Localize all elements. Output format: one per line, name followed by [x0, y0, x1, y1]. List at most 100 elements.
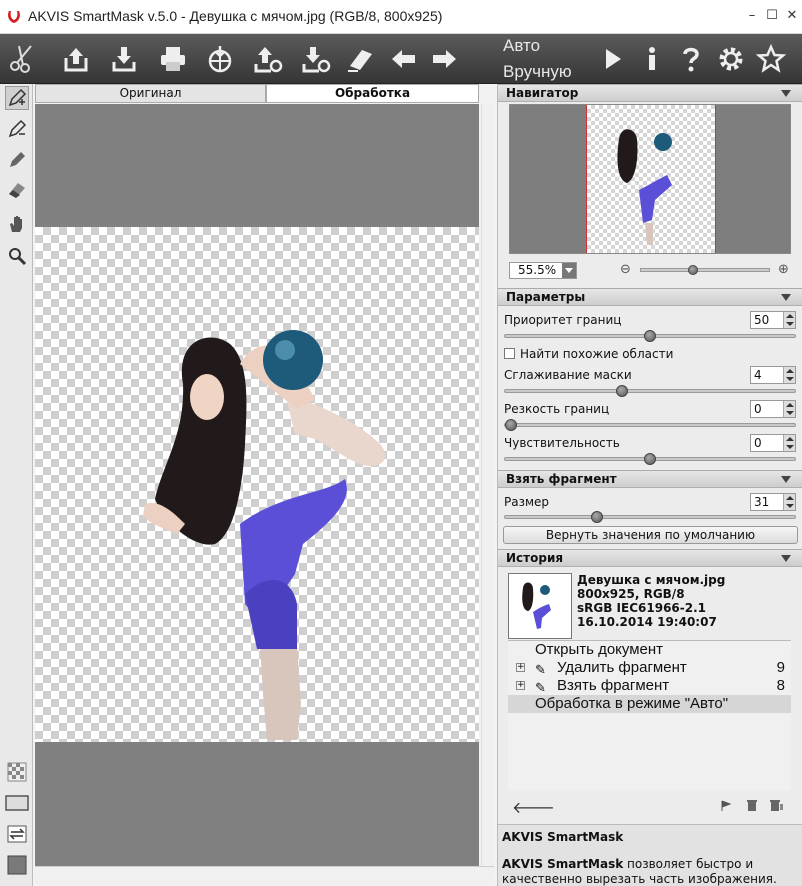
collapse-history-icon[interactable] — [781, 555, 791, 562]
eraser-tool-icon[interactable] — [5, 178, 29, 202]
title-bar: AKVIS SmartMask v.5.0 - Девушка с мячом.… — [0, 0, 802, 34]
history-item-open[interactable]: Открыть документ — [508, 641, 791, 659]
maximize-button[interactable]: ☐ — [764, 8, 780, 24]
edge-sharpness-input[interactable]: 0 — [750, 400, 796, 418]
mode-auto-label[interactable]: Авто — [503, 36, 540, 56]
fragment-size-slider[interactable] — [504, 511, 796, 523]
sensitivity-handle[interactable] — [644, 453, 656, 465]
history-delete-icon[interactable] — [746, 799, 758, 812]
fragment-size-input[interactable]: 31 — [750, 493, 796, 511]
info-title: AKVIS SmartMask — [502, 830, 624, 844]
redo-icon[interactable] — [428, 42, 460, 76]
import-icon[interactable] — [252, 42, 284, 76]
remove-pencil-icon[interactable] — [5, 117, 29, 141]
zoom-slider[interactable] — [640, 265, 770, 275]
sensitivity-input[interactable]: 0 — [750, 434, 796, 452]
export-icon[interactable] — [300, 42, 332, 76]
tab-processing[interactable]: Обработка — [266, 84, 479, 103]
navigator-preview[interactable] — [509, 104, 791, 254]
frame-icon[interactable] — [3, 791, 31, 815]
navigator-thumbnail — [617, 129, 672, 245]
marker-icon[interactable] — [5, 148, 29, 172]
sensitivity-label: Чувствительность — [504, 436, 620, 450]
eraser-icon[interactable] — [345, 42, 377, 76]
zoom-slider-handle[interactable] — [688, 265, 699, 275]
favorite-icon[interactable] — [755, 42, 787, 76]
horizontal-scrollbar[interactable] — [35, 866, 494, 884]
open-icon[interactable] — [60, 42, 92, 76]
history-profile: sRGB IEC61966-2.1 — [577, 601, 707, 615]
history-back-icon[interactable]: 🡐 — [512, 797, 555, 817]
edge-sharpness-handle[interactable] — [505, 419, 517, 431]
fragment-size-label: Размер — [504, 495, 550, 509]
swap-icon[interactable] — [5, 822, 29, 846]
checker-icon[interactable] — [5, 760, 29, 784]
navigator-viewport — [586, 105, 716, 253]
edge-sharpness-slider[interactable] — [504, 419, 796, 431]
collapse-params-icon[interactable] — [781, 294, 791, 301]
history-datetime: 16.10.2014 19:40:07 — [577, 615, 717, 629]
edge-priority-handle[interactable] — [644, 330, 656, 342]
mask-smoothing-input[interactable]: 4 — [750, 366, 796, 384]
history-item-delete[interactable]: + ✎ Удалить фрагмент 9 — [508, 659, 791, 677]
zoom-value: 55.5% — [518, 263, 557, 277]
find-similar-label: Найти похожие области — [520, 347, 674, 361]
hand-icon[interactable] — [5, 212, 29, 236]
expand-icon[interactable]: + — [516, 681, 525, 690]
fragment-header[interactable]: Взять фрагмент — [498, 470, 802, 488]
fragment-size-handle[interactable] — [591, 511, 604, 523]
mask-smoothing-handle[interactable] — [616, 385, 629, 397]
edge-sharpness-label: Резкость границ — [504, 402, 610, 416]
history-item-auto[interactable]: Обработка в режиме "Авто" — [508, 695, 791, 713]
window-title: AKVIS SmartMask v.5.0 - Девушка с мячом.… — [28, 8, 443, 24]
reset-defaults-button[interactable]: Вернуть значения по умолчанию — [503, 526, 798, 544]
help-icon[interactable] — [675, 42, 707, 76]
history-thumbnail — [508, 573, 572, 639]
info-icon[interactable] — [636, 42, 668, 76]
fragment-title: Взять фрагмент — [506, 472, 617, 486]
image-canvas[interactable] — [35, 104, 479, 866]
zoom-select[interactable]: 55.5% — [509, 262, 577, 279]
close-button[interactable]: ✕ — [784, 8, 800, 24]
sensitivity-slider[interactable] — [504, 453, 796, 465]
zoom-in-button[interactable]: ⊕ — [778, 262, 789, 277]
edge-priority-label: Приоритет границ — [504, 313, 622, 327]
mask-smoothing-slider[interactable] — [504, 385, 796, 397]
mask-smoothing-label: Сглаживание маски — [504, 368, 632, 382]
info-text: AKVIS SmartMask позволяет быстро и качес… — [502, 857, 777, 886]
history-header[interactable]: История — [498, 549, 802, 567]
navigator-title: Навигатор — [506, 86, 579, 100]
expand-icon[interactable]: + — [516, 663, 525, 672]
save-icon[interactable] — [108, 42, 140, 76]
history-file-info: 800x925, RGB/8 — [577, 587, 685, 601]
params-header[interactable]: Параметры — [498, 288, 802, 306]
mode-manual-label[interactable]: Вручную — [503, 62, 572, 82]
find-similar-checkbox[interactable] — [504, 348, 515, 359]
collapse-fragment-icon[interactable] — [781, 476, 791, 483]
info-panel: AKVIS SmartMask AKVIS SmartMask позволяе… — [498, 824, 802, 886]
settings-icon[interactable] — [715, 42, 747, 76]
undo-icon[interactable] — [388, 42, 420, 76]
navigator-header[interactable]: Навигатор — [498, 84, 802, 102]
keep-pencil-icon[interactable] — [5, 86, 29, 110]
zoom-dropdown-icon[interactable] — [562, 263, 576, 278]
history-item-take[interactable]: + ✎ Взять фрагмент 8 — [508, 677, 791, 695]
cutout-image — [143, 330, 386, 740]
print-icon[interactable] — [157, 42, 189, 76]
collapse-navigator-icon[interactable] — [781, 90, 791, 97]
color-swatch-icon[interactable] — [5, 853, 29, 877]
history-clear-icon[interactable] — [770, 799, 784, 812]
history-flag-icon[interactable] — [720, 800, 732, 812]
app-logo-icon — [8, 11, 20, 23]
zoom-icon[interactable] — [5, 244, 29, 268]
edge-priority-slider[interactable] — [504, 330, 796, 342]
params-title: Параметры — [506, 290, 586, 304]
edge-priority-input[interactable]: 50 — [750, 311, 796, 329]
run-icon[interactable] — [596, 42, 628, 76]
tab-original[interactable]: Оригинал — [35, 84, 266, 103]
scissors-icon — [6, 42, 38, 76]
publish-icon[interactable] — [204, 42, 236, 76]
minimize-button[interactable]: – — [744, 8, 760, 24]
zoom-out-button[interactable]: ⊖ — [620, 262, 631, 277]
vertical-scrollbar[interactable] — [481, 104, 494, 866]
